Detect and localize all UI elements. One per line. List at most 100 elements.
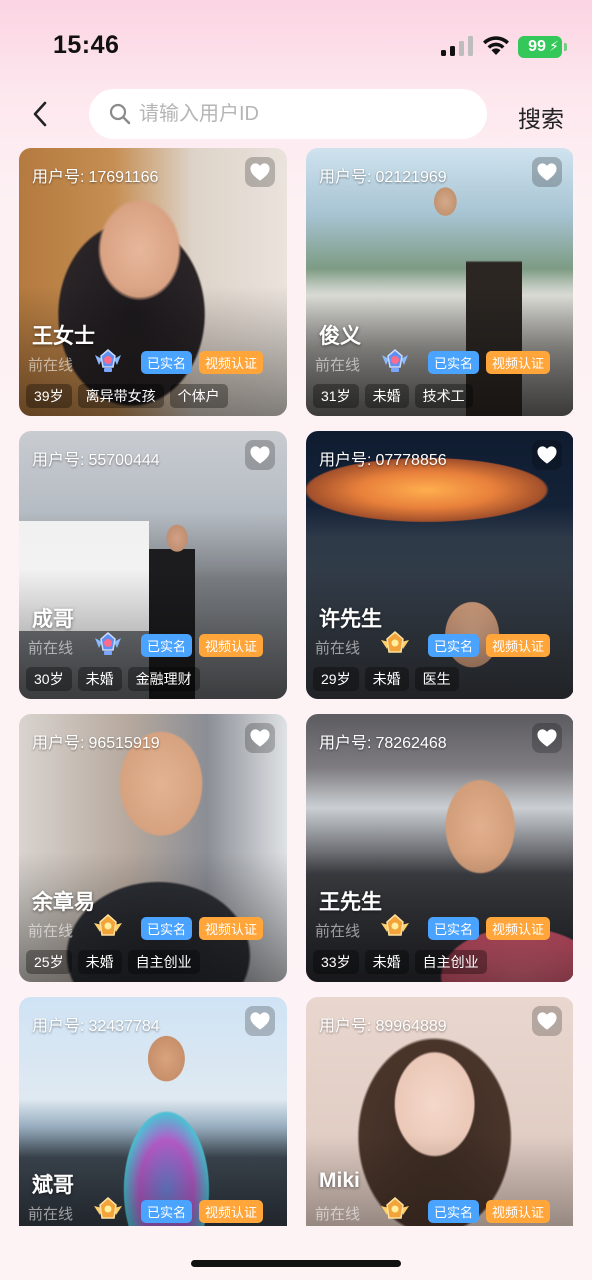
job-tag: 金融理财 (127, 667, 200, 691)
video-verified-badge: 视频认证 (486, 917, 551, 940)
age-tag: 25岁 (26, 950, 72, 974)
video-verified-badge: 视频认证 (199, 351, 264, 374)
search-button[interactable]: 搜索 (518, 100, 564, 134)
user-name: 王女士 (32, 325, 95, 348)
user-card[interactable]: 用户号: 17691166 王女士 前在线 已实名 视频认证 39岁 离异带女孩 … (19, 148, 287, 416)
home-indicator (191, 1260, 401, 1267)
favorite-heart-icon[interactable] (245, 1006, 275, 1036)
online-status: 前在线 (315, 923, 361, 940)
search-input[interactable] (139, 102, 439, 126)
user-name: 王先生 (319, 891, 382, 914)
video-verified-badge: 视频认证 (486, 351, 551, 374)
gold-medal-icon (380, 1196, 410, 1224)
user-id-label: 用户号: (319, 735, 372, 752)
user-name: Miki (319, 1169, 360, 1192)
gold-medal-icon (93, 913, 123, 941)
real-name-badge: 已实名 (141, 1200, 193, 1223)
video-verified-badge: 视频认证 (486, 1200, 551, 1223)
user-id: 用户号: 32437784 (32, 1012, 160, 1036)
user-card[interactable]: 用户号: 07778856 许先生 前在线 已实名 视频认证 29岁 未婚 医生 (306, 431, 573, 699)
user-grid: 用户号: 17691166 王女士 前在线 已实名 视频认证 39岁 离异带女孩 … (19, 148, 573, 1226)
age-tag: 30岁 (26, 667, 72, 691)
user-card[interactable]: 用户号: 55700444 成哥 前在线 已实名 视频认证 30岁 未婚 金融理财 (19, 431, 287, 699)
battery-level: 99 (528, 38, 546, 55)
marital-tag: 未婚 (364, 950, 409, 974)
user-card[interactable]: 用户号: 02121969 俊义 前在线 已实名 视频认证 31岁 未婚 技术工 (306, 148, 573, 416)
user-name: 斌哥 (32, 1174, 74, 1197)
favorite-heart-icon[interactable] (532, 157, 562, 187)
real-name-badge: 已实名 (141, 917, 193, 940)
video-verified-badge: 视频认证 (199, 634, 264, 657)
real-name-badge: 已实名 (141, 351, 193, 374)
video-verified-badge: 视频认证 (199, 1200, 264, 1223)
online-status: 前在线 (315, 640, 361, 657)
gold-medal-icon (380, 913, 410, 941)
user-tags: 31岁 未婚 技术工 (313, 384, 473, 408)
job-tag: 技术工 (414, 384, 473, 408)
marital-tag: 未婚 (364, 667, 409, 691)
blue-medal-icon (93, 347, 123, 375)
user-card[interactable]: 用户号: 89964889 Miki 前在线 已实名 视频认证 (306, 997, 573, 1226)
user-id: 用户号: 07778856 (319, 446, 447, 470)
user-name: 余章易 (32, 891, 95, 914)
user-id-value: 96515919 (88, 735, 160, 752)
age-tag: 33岁 (313, 950, 359, 974)
user-id-value: 07778856 (375, 452, 447, 469)
user-id-label: 用户号: (32, 1018, 85, 1035)
back-button[interactable] (22, 96, 58, 132)
user-tags: 30岁 未婚 金融理财 (26, 667, 200, 691)
real-name-badge: 已实名 (141, 634, 193, 657)
user-name: 成哥 (32, 608, 74, 631)
user-id-label: 用户号: (32, 452, 85, 469)
favorite-heart-icon[interactable] (245, 723, 275, 753)
user-id: 用户号: 55700444 (32, 446, 160, 470)
status-bar: 15:46 99 ⚡ (0, 0, 592, 90)
user-name: 俊义 (319, 325, 361, 348)
online-status: 前在线 (28, 357, 74, 374)
search-field[interactable] (89, 89, 487, 139)
user-id: 用户号: 17691166 (32, 163, 158, 187)
marital-tag: 未婚 (77, 950, 122, 974)
user-card[interactable]: 用户号: 78262468 王先生 前在线 已实名 视频认证 33岁 未婚 自主创… (306, 714, 573, 982)
online-status: 前在线 (315, 357, 361, 374)
real-name-badge: 已实名 (428, 634, 480, 657)
user-id-label: 用户号: (319, 452, 372, 469)
wifi-icon (483, 36, 509, 55)
favorite-heart-icon[interactable] (532, 440, 562, 470)
user-id-label: 用户号: (32, 169, 85, 186)
user-id-value: 17691166 (88, 169, 159, 186)
real-name-badge: 已实名 (428, 1200, 480, 1223)
online-status: 前在线 (315, 1206, 361, 1223)
blue-medal-icon (93, 630, 123, 658)
real-name-badge: 已实名 (428, 917, 480, 940)
user-id: 用户号: 96515919 (32, 729, 160, 753)
age-tag: 29岁 (313, 667, 359, 691)
user-tags: 33岁 未婚 自主创业 (313, 950, 487, 974)
marital-tag: 未婚 (77, 667, 122, 691)
user-tags: 29岁 未婚 医生 (313, 667, 459, 691)
favorite-heart-icon[interactable] (245, 157, 275, 187)
user-id-label: 用户号: (319, 169, 372, 186)
user-id-label: 用户号: (319, 1018, 372, 1035)
user-id-label: 用户号: (32, 735, 85, 752)
online-status: 前在线 (28, 1206, 74, 1223)
real-name-badge: 已实名 (428, 351, 480, 374)
job-tag: 个体户 (169, 384, 228, 408)
cellular-signal-icon (441, 36, 473, 56)
video-verified-badge: 视频认证 (199, 917, 264, 940)
charging-bolt-icon: ⚡ (549, 38, 559, 54)
video-verified-badge: 视频认证 (486, 634, 551, 657)
gold-medal-icon (380, 630, 410, 658)
favorite-heart-icon[interactable] (532, 723, 562, 753)
user-tags: 39岁 离异带女孩 个体户 (26, 384, 228, 408)
favorite-heart-icon[interactable] (245, 440, 275, 470)
user-id: 用户号: 89964889 (319, 1012, 447, 1036)
favorite-heart-icon[interactable] (532, 1006, 562, 1036)
search-header: 搜索 (0, 88, 592, 140)
user-id-value: 02121969 (375, 169, 447, 186)
user-name: 许先生 (319, 608, 382, 631)
user-card[interactable]: 用户号: 32437784 斌哥 前在线 已实名 视频认证 (19, 997, 287, 1226)
blue-medal-icon (380, 347, 410, 375)
age-tag: 39岁 (26, 384, 72, 408)
user-card[interactable]: 用户号: 96515919 余章易 前在线 已实名 视频认证 25岁 未婚 自主创… (19, 714, 287, 982)
